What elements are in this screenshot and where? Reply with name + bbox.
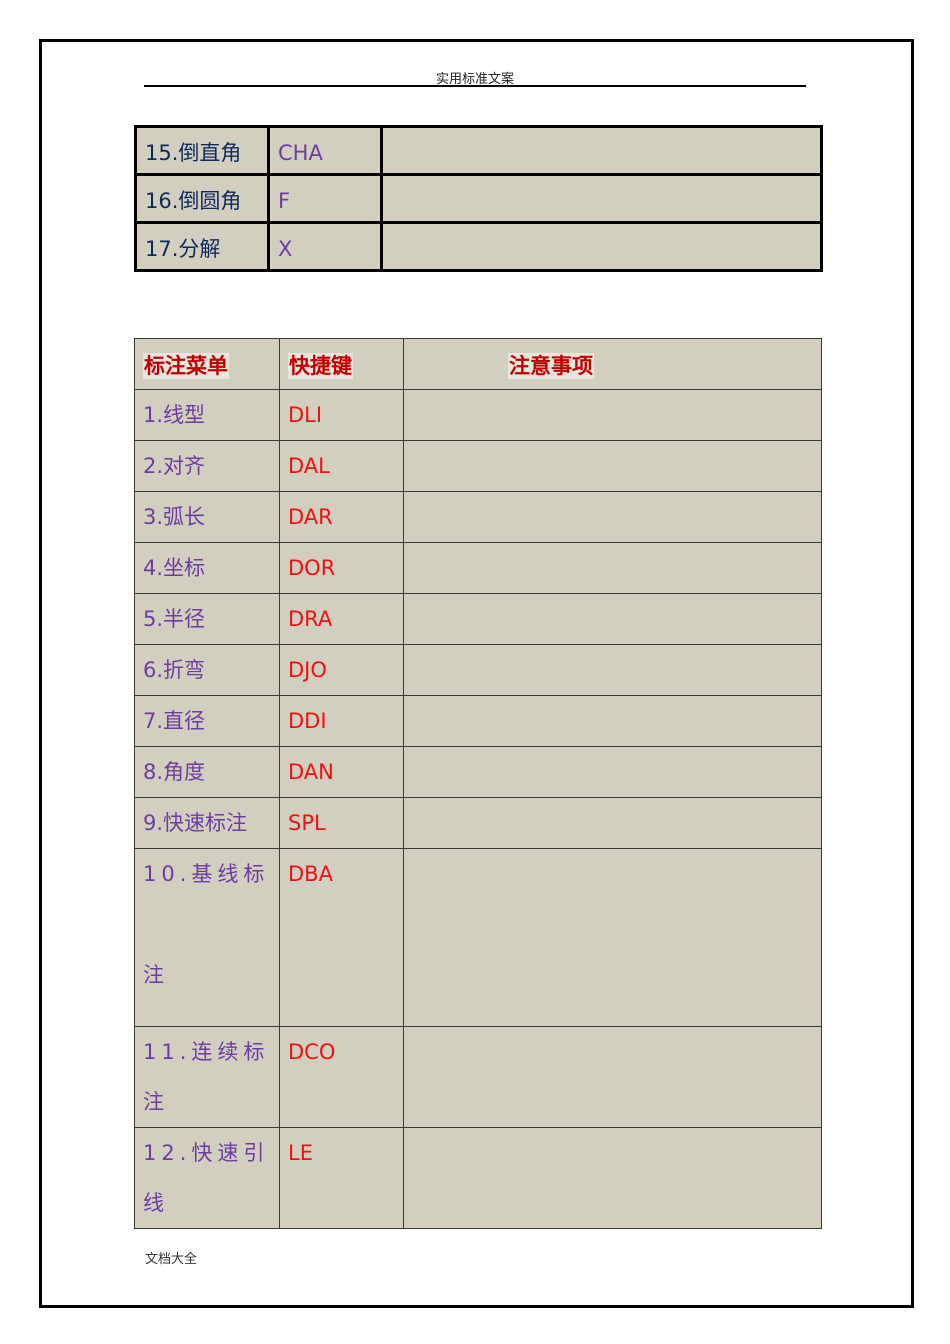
shortcut-cell: DRA	[279, 593, 404, 645]
shortcut-cell: DDI	[279, 695, 404, 747]
menu-cell: 5.半径	[134, 593, 280, 645]
note-cell	[403, 1127, 822, 1229]
note-cell	[403, 389, 822, 441]
edit-commands-table: 15.倒直角 CHA 16.倒圆角 F 17.分解 X	[134, 125, 823, 272]
menu-cell: 4.坐标	[134, 542, 280, 594]
header-menu-label: 标注菜单	[143, 353, 229, 379]
menu-text: 11.连续标注	[143, 1040, 270, 1114]
note-cell	[403, 440, 822, 492]
shortcut-cell: SPL	[279, 797, 404, 849]
table-header-row: 标注菜单 快捷键 注意事项	[134, 338, 822, 390]
shortcut-cell: DAL	[279, 440, 404, 492]
shortcut-cell: DOR	[279, 542, 404, 594]
table-row: 8.角度 DAN	[134, 746, 822, 798]
table-row: 15.倒直角 CHA	[134, 125, 823, 176]
menu-cell: 11.连续标注	[134, 1026, 280, 1128]
note-cell	[380, 173, 823, 224]
menu-cell: 16.倒圆角	[134, 173, 270, 224]
shortcut-cell: DJO	[279, 644, 404, 696]
table-row: 11.连续标注 DCO	[134, 1026, 822, 1128]
shortcut-cell: F	[267, 173, 383, 224]
table-row: 2.对齐 DAL	[134, 440, 822, 492]
header-divider	[144, 85, 806, 87]
note-cell	[403, 695, 822, 747]
menu-cell: 6.折弯	[134, 644, 280, 696]
shortcut-cell: X	[267, 221, 383, 272]
header-cell-shortcut: 快捷键	[279, 338, 404, 390]
menu-cell: 1.线型	[134, 389, 280, 441]
table-row: 1.线型 DLI	[134, 389, 822, 441]
note-cell	[403, 593, 822, 645]
menu-text: 12.快速引线	[143, 1141, 270, 1215]
note-cell	[403, 542, 822, 594]
shortcut-cell: DLI	[279, 389, 404, 441]
table-row: 5.半径 DRA	[134, 593, 822, 645]
shortcut-cell: CHA	[267, 125, 383, 176]
table-row: 6.折弯 DJO	[134, 644, 822, 696]
table-row: 16.倒圆角 F	[134, 173, 823, 224]
shortcut-cell: DCO	[279, 1026, 404, 1128]
menu-cell: 3.弧长	[134, 491, 280, 543]
menu-cell: 15.倒直角	[134, 125, 270, 176]
table-row: 4.坐标 DOR	[134, 542, 822, 594]
shortcut-cell: LE	[279, 1127, 404, 1229]
menu-cell: 12.快速引线	[134, 1127, 280, 1229]
dimension-commands-table: 标注菜单 快捷键 注意事项 1.线型 DLI 2.对齐 DAL 3.弧长 DAR…	[134, 338, 822, 1229]
table-row: 3.弧长 DAR	[134, 491, 822, 543]
header-cell-note: 注意事项	[403, 338, 822, 390]
note-cell	[403, 644, 822, 696]
menu-cell: 10.基线标注	[134, 848, 280, 1027]
note-cell	[403, 491, 822, 543]
table-row: 12.快速引线 LE	[134, 1127, 822, 1229]
note-cell	[403, 848, 822, 1027]
note-cell	[403, 746, 822, 798]
header-note-label: 注意事项	[508, 353, 594, 379]
shortcut-cell: DAN	[279, 746, 404, 798]
note-cell	[380, 125, 823, 176]
shortcut-cell: DAR	[279, 491, 404, 543]
menu-cell: 2.对齐	[134, 440, 280, 492]
header-shortcut-label: 快捷键	[288, 353, 353, 379]
shortcut-cell: DBA	[279, 848, 404, 1027]
note-cell	[403, 1026, 822, 1128]
table-row: 17.分解 X	[134, 221, 823, 272]
note-cell	[380, 221, 823, 272]
page-footer-text: 文档大全	[145, 1252, 198, 1267]
menu-cell: 7.直径	[134, 695, 280, 747]
header-cell-menu: 标注菜单	[134, 338, 280, 390]
table-row: 10.基线标注 DBA	[134, 848, 822, 1027]
menu-cell: 17.分解	[134, 221, 270, 272]
table-row: 7.直径 DDI	[134, 695, 822, 747]
menu-cell: 8.角度	[134, 746, 280, 798]
menu-text: 10.基线标注	[143, 862, 270, 987]
note-cell	[403, 797, 822, 849]
